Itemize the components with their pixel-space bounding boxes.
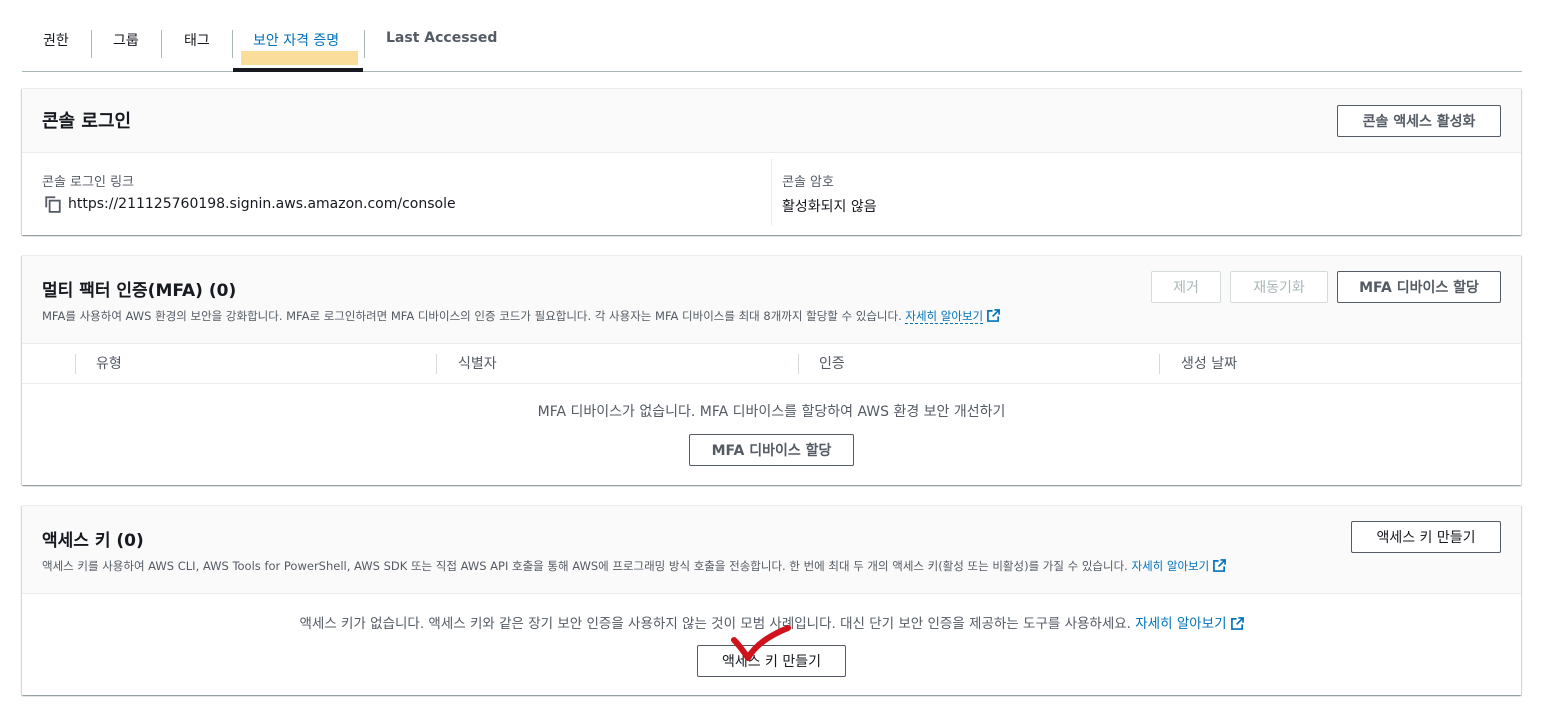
tab-separator [91,30,92,58]
mfa-empty-text: MFA 디바이스가 없습니다. MFA 디바이스를 할당하여 AWS 환경 보안… [537,404,1006,420]
console-login-title: 콘솔 로그인 [42,111,132,132]
column-separator [436,354,437,374]
access-keys-empty-message: 액세스 키가 없습니다. 액세스 키와 같은 장기 보안 인증을 사용하지 않는… [299,616,1131,632]
remove-mfa-button[interactable]: 제거 [1151,271,1221,303]
tab-bar: 권한 그룹 태그 보안 자격 증명 Last Accessed [22,0,1522,72]
active-tab-indicator [233,68,363,72]
tab-permissions[interactable]: 권한 [43,30,69,60]
tab-separator [232,30,233,58]
tab-separator [364,30,365,58]
access-keys-description: 액세스 키를 사용하여 AWS CLI, AWS Tools for Power… [42,558,1227,574]
resync-mfa-button[interactable]: 재동기화 [1230,271,1328,303]
assign-mfa-device-button[interactable]: MFA 디바이스 할당 [1337,271,1501,303]
external-link-icon[interactable] [1230,617,1244,630]
console-login-header: 콘솔 로그인 콘솔 액세스 활성화 [22,89,1521,153]
mfa-table-header: 유형 식별자 인증 생성 날짜 [22,344,1521,384]
mfa-learn-more-link[interactable]: 자세히 알아보기 [905,309,984,324]
mfa-description: MFA를 사용하여 AWS 환경의 보안을 강화합니다. MFA로 로그인하려면… [42,308,1001,324]
access-keys-empty-create-button[interactable]: 액세스 키 만들기 [697,645,846,677]
mfa-description-text: MFA를 사용하여 AWS 환경의 보안을 강화합니다. MFA로 로그인하려면… [42,309,902,323]
access-keys-description-text: 액세스 키를 사용하여 AWS CLI, AWS Tools for Power… [42,559,1128,573]
console-link-value[interactable]: https://211125760198.signin.aws.amazon.c… [68,196,456,212]
tab-last-accessed[interactable]: Last Accessed [386,30,497,60]
access-keys-header: 액세스 키 (0) 액세스 키를 사용하여 AWS CLI, AWS Tools… [22,506,1521,594]
access-keys-panel: 액세스 키 (0) 액세스 키를 사용하여 AWS CLI, AWS Tools… [22,505,1521,695]
access-keys-learn-more-link[interactable]: 자세히 알아보기 [1131,559,1209,573]
tab-separator [161,30,162,58]
access-keys-empty-learn-more-link[interactable]: 자세히 알아보기 [1135,616,1226,632]
external-link-icon[interactable] [987,309,1001,322]
console-link-label: 콘솔 로그인 링크 [42,175,134,190]
mfa-header: 멀티 팩터 인증(MFA) (0) MFA를 사용하여 AWS 환경의 보안을 … [22,256,1521,344]
console-password-value: 활성화되지 않음 [782,199,877,215]
enable-console-access-button[interactable]: 콘솔 액세스 활성화 [1337,105,1501,137]
console-password-label: 콘솔 암호 [782,175,834,190]
tab-tags[interactable]: 태그 [184,30,210,60]
column-separator [798,354,799,374]
tab-security-credentials[interactable]: 보안 자격 증명 [253,30,339,60]
create-access-key-button[interactable]: 액세스 키 만들기 [1351,521,1501,553]
column-header-identifier[interactable]: 식별자 [458,344,497,384]
access-keys-title: 액세스 키 (0) [42,531,144,551]
tab-groups[interactable]: 그룹 [113,30,139,60]
mfa-title: 멀티 팩터 인증(MFA) (0) [42,281,237,301]
column-header-created-date[interactable]: 생성 날짜 [1181,344,1237,384]
column-separator [1159,354,1160,374]
access-keys-empty-text: 액세스 키가 없습니다. 액세스 키와 같은 장기 보안 인증을 사용하지 않는… [22,612,1521,632]
copy-icon[interactable] [44,195,62,213]
column-separator [75,354,76,374]
column-header-type[interactable]: 유형 [96,344,122,384]
mfa-panel: 멀티 팩터 인증(MFA) (0) MFA를 사용하여 AWS 환경의 보안을 … [22,255,1521,485]
column-divider [771,159,772,225]
console-login-panel: 콘솔 로그인 콘솔 액세스 활성화 콘솔 로그인 링크 https://2111… [22,88,1521,235]
external-link-icon[interactable] [1213,559,1227,572]
column-header-certification[interactable]: 인증 [819,344,845,384]
mfa-empty-assign-button[interactable]: MFA 디바이스 할당 [689,434,854,466]
